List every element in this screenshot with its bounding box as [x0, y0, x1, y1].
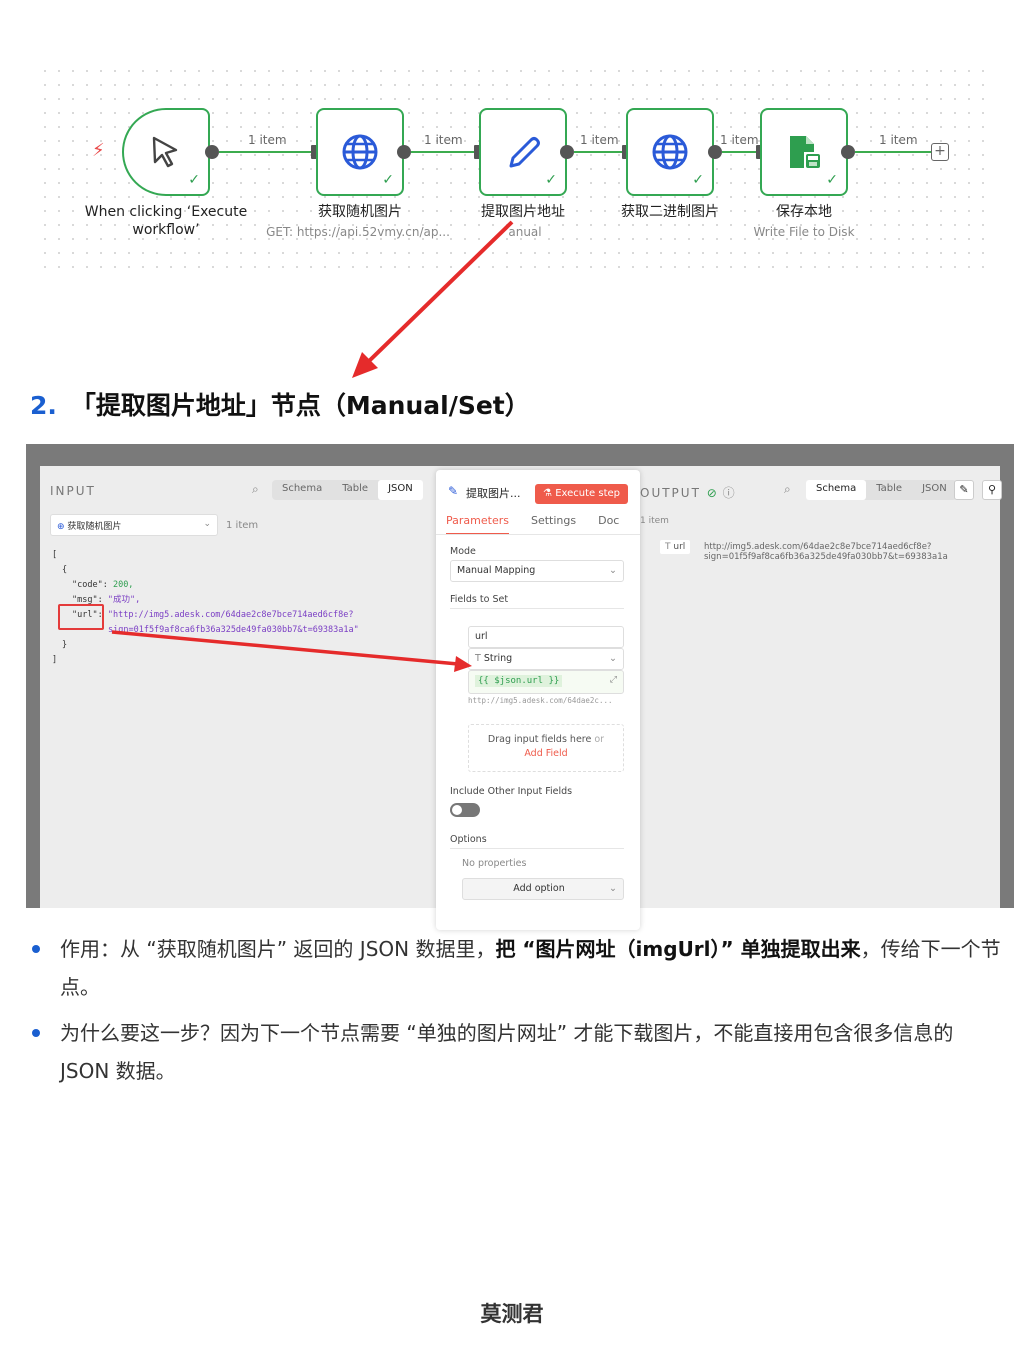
http-request-node[interactable]: ✓ [316, 108, 404, 196]
connection [411, 151, 474, 153]
chevron-down-icon: ⌄ [203, 519, 211, 529]
chevron-down-icon: ⌄ [609, 565, 617, 576]
connection [855, 151, 931, 153]
check-icon: ✓ [692, 172, 704, 188]
include-other-label: Include Other Input Fields [450, 786, 573, 797]
node-title: When clicking ‘Execute workflow’ [84, 204, 248, 238]
edge-label: 1 item [424, 133, 463, 147]
write-file-node[interactable]: ✓ [760, 108, 848, 196]
mode-label: Mode [450, 546, 476, 557]
explanation-list: 作用：从 “获取随机图片” 返回的 JSON 数据里，把 “图片网址（imgUr… [30, 930, 1005, 1098]
output-port[interactable] [205, 145, 219, 159]
mode-select[interactable]: Manual Mapping ⌄ [450, 560, 624, 582]
highlight-url-key [58, 604, 104, 630]
pin-output-button[interactable]: ⚲ [982, 480, 1002, 500]
section-number: 2. [30, 391, 57, 420]
http-request-node[interactable]: ✓ [626, 108, 714, 196]
fields-to-set-label: Fields to Set [450, 594, 509, 605]
info-icon: ⓘ [722, 486, 735, 500]
pencil-icon: ✎ [448, 484, 459, 498]
chevron-down-icon: ⌄ [609, 883, 617, 894]
output-field-tag: T url [660, 540, 691, 554]
tab-schema[interactable]: Schema [806, 480, 867, 500]
connection [722, 151, 756, 153]
edge-label: 1 item [720, 133, 759, 147]
output-port[interactable] [708, 145, 722, 159]
globe-icon: ⊕ [57, 522, 65, 532]
node-subtitle: anual [508, 225, 542, 239]
add-option-select[interactable]: Add option ⌄ [462, 878, 624, 900]
tab-schema[interactable]: Schema [272, 480, 332, 500]
lightning-icon: ⚡ [92, 140, 105, 161]
edge-label: 1 item [248, 133, 287, 147]
dialog-tabs: Parameters Settings Doc [446, 514, 619, 535]
node-editor-screenshot: INPUT ⌕ Schema Table JSON ⊕ 获取随机图片 ⌄ 1 i… [26, 444, 1014, 930]
check-icon: ✓ [382, 172, 394, 188]
tab-parameters[interactable]: Parameters [446, 514, 509, 535]
options-label: Options [450, 834, 487, 845]
include-other-toggle[interactable] [450, 803, 480, 817]
tab-json[interactable]: JSON [378, 480, 423, 500]
set-node-dialog: ✎ 提取图片... ⚗ Execute step Parameters Sett… [436, 470, 640, 930]
edge-label: 1 item [879, 133, 918, 147]
no-properties-text: No properties [462, 858, 527, 869]
tab-table[interactable]: Table [332, 480, 378, 500]
tab-json[interactable]: JSON [912, 480, 957, 500]
field-preview: http://img5.adesk.com/64dae2c... [468, 696, 613, 705]
pencil-icon [509, 137, 540, 168]
editor-background: INPUT ⌕ Schema Table JSON ⊕ 获取随机图片 ⌄ 1 i… [40, 466, 1002, 930]
dialog-title: 提取图片... [466, 487, 521, 500]
workflow-canvas: ⚡ ✓ 1 item When clicking ‘Execute workfl… [38, 64, 986, 270]
check-icon: ✓ [826, 172, 838, 188]
set-node[interactable]: ✓ [479, 108, 567, 196]
output-port[interactable] [397, 145, 411, 159]
output-pane-label: OUTPUT ⊘ ⓘ [640, 486, 735, 500]
input-pane-label: INPUT [50, 484, 96, 498]
text-type-icon: T [475, 653, 481, 664]
file-disk-icon [790, 136, 820, 168]
output-field-value: http://img5.adesk.com/64dae2c8e7bce714ae… [704, 542, 948, 562]
execute-step-button[interactable]: ⚗ Execute step [535, 484, 628, 504]
success-icon: ⊘ [706, 486, 717, 500]
flask-icon: ⚗ [543, 488, 552, 499]
connection [219, 151, 311, 153]
author-signature: 莫测君 [480, 1302, 544, 1326]
expand-icon[interactable]: ⤢ [610, 675, 617, 685]
output-view-tabs: Schema Table JSON [806, 480, 957, 500]
check-icon: ✓ [545, 172, 557, 188]
input-node-select[interactable]: ⊕ 获取随机图片 ⌄ [50, 514, 218, 536]
globe-icon [342, 134, 378, 170]
input-item-count: 1 item [226, 520, 259, 531]
list-item: 作用：从 “获取随机图片” 返回的 JSON 数据里，把 “图片网址（imgUr… [30, 930, 1005, 1006]
edge-label: 1 item [580, 133, 619, 147]
field-name-input[interactable]: url [468, 626, 624, 648]
node-subtitle: Write File to Disk [753, 225, 855, 239]
connection [574, 151, 622, 153]
search-icon[interactable]: ⌕ [252, 482, 259, 497]
text-type-icon: T [665, 542, 671, 552]
tab-settings[interactable]: Settings [531, 514, 576, 535]
field-type-select[interactable]: T String ⌄ [468, 648, 624, 670]
output-port[interactable] [560, 145, 574, 159]
edit-output-button[interactable]: ✎ [954, 480, 974, 500]
tab-table[interactable]: Table [866, 480, 912, 500]
globe-icon [652, 134, 688, 170]
add-field-link[interactable]: Add Field [475, 748, 617, 759]
tab-doc[interactable]: Doc [598, 514, 619, 535]
field-value-expression[interactable]: {{ $json.url }} ⤢ [468, 670, 624, 694]
cursor-icon [152, 136, 178, 168]
list-item: 为什么要这一步？因为下一个节点需要 “单独的图片网址” 才能下载图片，不能直接用… [30, 1014, 1005, 1090]
add-node-button[interactable]: + [931, 143, 949, 161]
output-item-count: 1 item [640, 516, 669, 526]
trigger-node[interactable]: ✓ [122, 108, 210, 196]
drag-drop-zone[interactable]: Drag input fields here or Add Field [468, 724, 624, 772]
section-heading: 2. 「提取图片地址」节点（Manual/Set） [30, 386, 530, 422]
node-title: 保存本地 [776, 204, 832, 220]
check-icon: ✓ [188, 172, 200, 188]
search-icon[interactable]: ⌕ [784, 482, 791, 497]
section-title: 「提取图片地址」节点（Manual/Set） [70, 391, 530, 420]
input-view-tabs: Schema Table JSON [272, 480, 423, 500]
chevron-down-icon: ⌄ [609, 653, 617, 664]
output-port[interactable] [841, 145, 855, 159]
